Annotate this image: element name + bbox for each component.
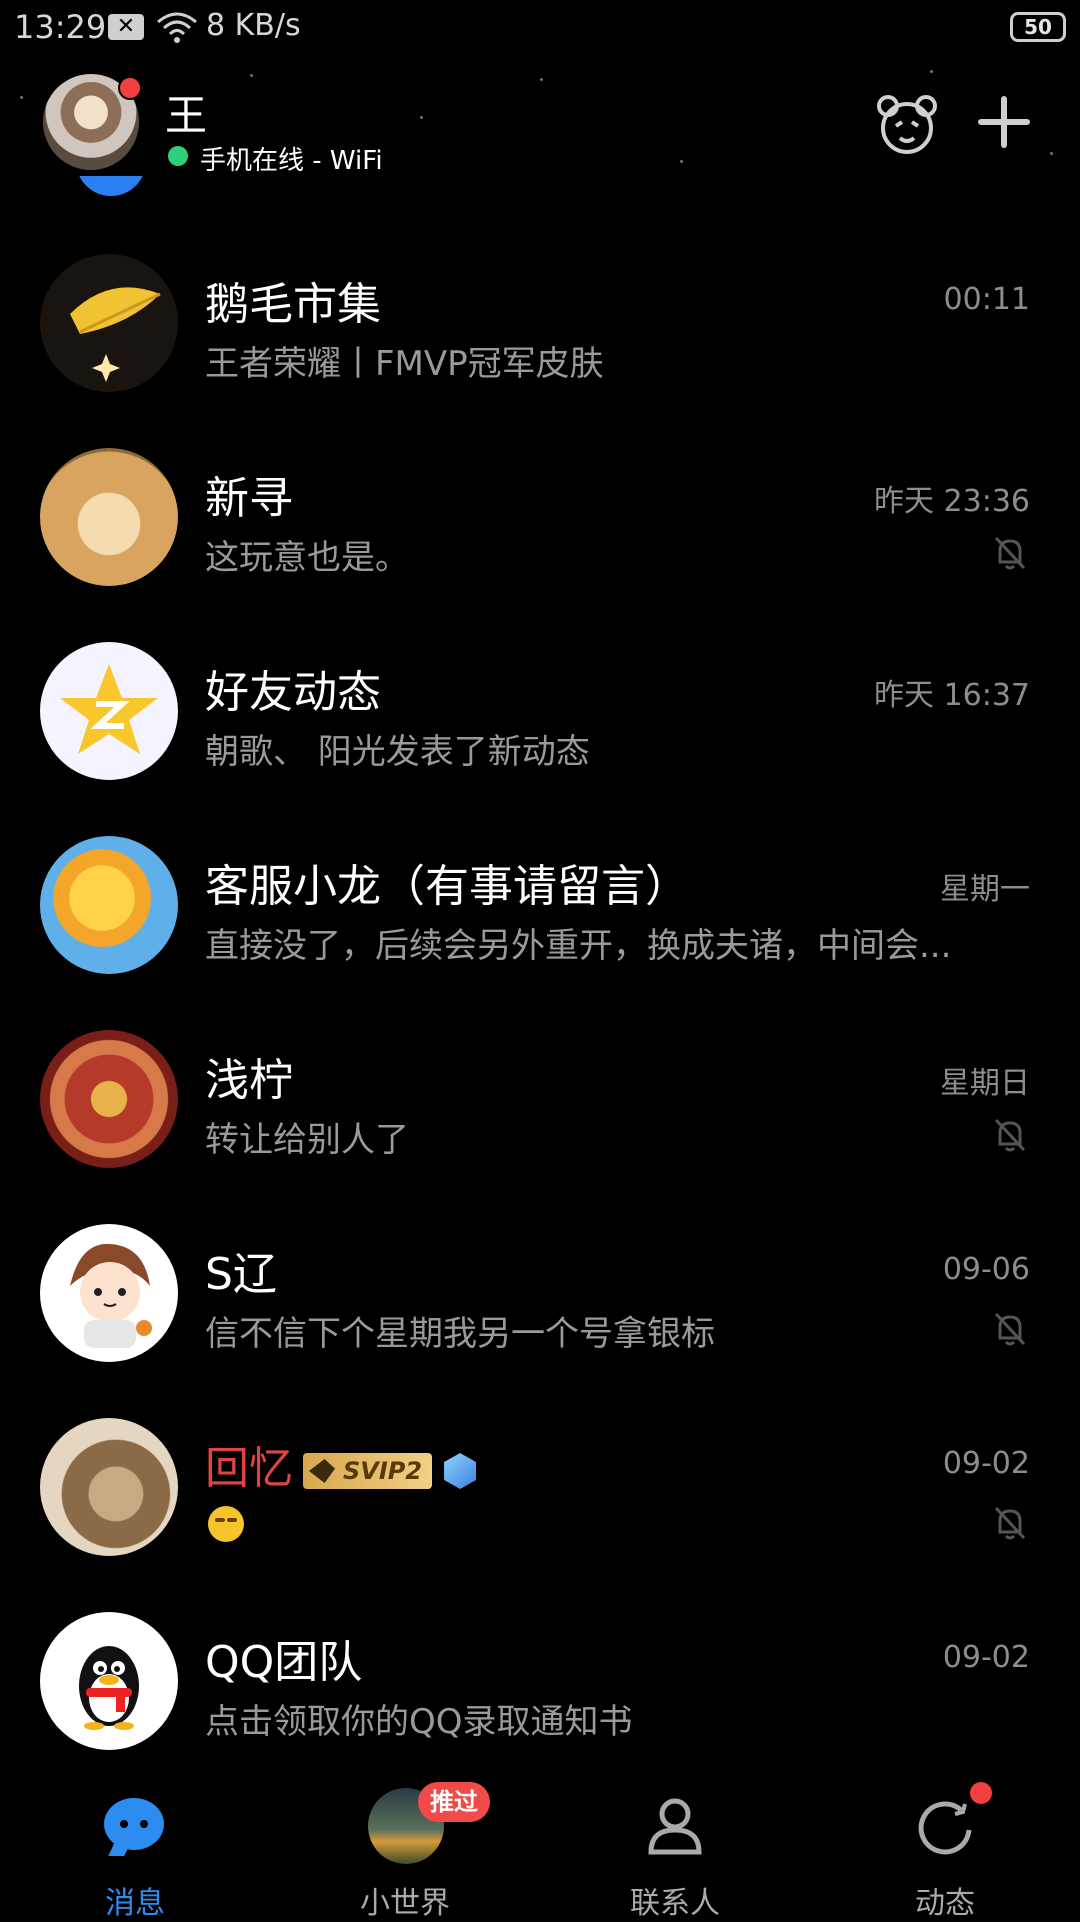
star-decoration (540, 78, 543, 81)
network-speed: 8 KB/s (206, 8, 301, 43)
chat-name: 鹅毛市集 (205, 279, 381, 330)
chat-item[interactable]: 客服小龙（有事请留言） 直接没了，后续会另外重开，换成夫诸，中间会... 星期一 (0, 832, 1080, 1026)
status-bar: 13:29 ✕ 8 KB/s 50 (0, 0, 1080, 56)
star-decoration (680, 160, 683, 163)
chat-item[interactable]: 新寻 这玩意也是。 昨天 23:36 (0, 444, 1080, 638)
grinning-face-emoji (208, 1506, 244, 1542)
chat-name: 好友动态 (205, 667, 381, 718)
chat-message: 王者荣耀丨FMVP冠军皮肤 (205, 344, 604, 384)
nav-label: 联系人 (630, 1886, 720, 1921)
battery-icon: 50 (1010, 12, 1066, 42)
app-header: 王 手机在线 - WiFi (0, 56, 1080, 176)
mute-bell-icon (994, 1118, 1026, 1152)
chat-item[interactable]: 浅柠 转让给别人了 星期日 (0, 1026, 1080, 1220)
star-decoration (930, 70, 933, 73)
message-dots (120, 1820, 150, 1828)
profile-name[interactable]: 王 (165, 82, 207, 143)
nav-label: 消息 (105, 1886, 165, 1921)
nav-tab-contacts[interactable]: 联系人 (540, 1766, 810, 1921)
cartoon-dragon-avatar (40, 836, 178, 974)
chat-message: 点击领取你的QQ录取通知书 (205, 1702, 633, 1742)
push-badge: 推过 (418, 1782, 490, 1822)
chat-name: 浅柠 (205, 1055, 293, 1106)
nav-label: 小世界 (360, 1886, 450, 1921)
chat-name: QQ团队 (205, 1637, 363, 1688)
chat-time: 昨天 16:37 (874, 678, 1030, 713)
chat-name: S辽 (205, 1249, 277, 1300)
bear-face-icon[interactable] (876, 94, 938, 156)
chat-message: 这玩意也是。 (205, 538, 409, 578)
cat-avatar (40, 1418, 178, 1556)
chat-time: 09-06 (942, 1252, 1030, 1287)
red-dragon-art-avatar (40, 1030, 178, 1168)
chat-message: 信不信下个星期我另一个号拿银标 (205, 1314, 715, 1354)
status-time: 13:29 (14, 8, 107, 46)
chat-message: 转让给别人了 (205, 1120, 409, 1160)
nav-label: 动态 (915, 1886, 975, 1921)
wifi-icon (157, 12, 197, 43)
star-decoration (250, 74, 253, 77)
plus-icon[interactable] (974, 92, 1034, 152)
notification-dot (118, 76, 142, 100)
mute-bell-icon (994, 536, 1026, 570)
chat-name-text: 回忆 (205, 1443, 293, 1494)
moments-icon (918, 1801, 972, 1855)
chat-item[interactable]: 好友动态 朝歌、 阳光发表了新动态 昨天 16:37 (0, 638, 1080, 832)
contacts-icon (648, 1798, 702, 1855)
qzone-star-avatar (40, 642, 178, 780)
star-decoration (20, 96, 23, 99)
close-box-icon: ✕ (108, 14, 144, 40)
chat-item[interactable]: S辽 信不信下个星期我另一个号拿银标 09-06 (0, 1220, 1080, 1414)
chat-time: 09-02 (942, 1446, 1030, 1481)
star-decoration (1050, 152, 1053, 155)
qq-penguin-avatar (40, 1612, 178, 1750)
chat-name: 回忆 SVIP2 (205, 1432, 477, 1496)
bottom-navigation: 消息 推过 小世界 联系人 动态 (0, 1766, 1080, 1921)
chat-name: 新寻 (205, 473, 293, 524)
nav-tab-moments[interactable]: 动态 (810, 1766, 1080, 1921)
chat-message: 直接没了，后续会另外重开，换成夫诸，中间会... (205, 926, 952, 966)
star-decoration (420, 116, 423, 119)
chat-list: 鹅毛市集 王者荣耀丨FMVP冠军皮肤 00:11 新寻 这玩意也是。 昨天 23… (0, 250, 1080, 1802)
notification-dot (970, 1782, 992, 1804)
online-status-text[interactable]: 手机在线 - WiFi (200, 140, 383, 177)
online-status-icon (168, 146, 188, 166)
chat-time: 09-02 (942, 1640, 1030, 1675)
nav-tab-world[interactable]: 推过 小世界 (270, 1766, 540, 1921)
anime-boy-avatar (40, 1224, 178, 1362)
chat-item[interactable]: 鹅毛市集 王者荣耀丨FMVP冠军皮肤 00:11 (0, 250, 1080, 444)
golden-feather-avatar (40, 254, 178, 392)
chat-time: 昨天 23:36 (874, 484, 1030, 519)
partial-chat-avatar (76, 176, 146, 198)
gem-icon (444, 1453, 477, 1489)
chat-message: 朝歌、 阳光发表了新动态 (205, 732, 590, 772)
shiba-dog-avatar (40, 448, 178, 586)
chat-time: 00:11 (943, 282, 1030, 317)
chat-time: 星期日 (940, 1066, 1030, 1101)
chat-time: 星期一 (940, 872, 1030, 907)
nav-tab-messages[interactable]: 消息 (0, 1766, 270, 1921)
mute-bell-icon (994, 1506, 1026, 1540)
svip-badge: SVIP2 (303, 1453, 433, 1489)
chat-item[interactable]: 回忆 SVIP2 09-02 (0, 1414, 1080, 1608)
mute-bell-icon (994, 1312, 1026, 1346)
chat-name: 客服小龙（有事请留言） (205, 861, 689, 912)
